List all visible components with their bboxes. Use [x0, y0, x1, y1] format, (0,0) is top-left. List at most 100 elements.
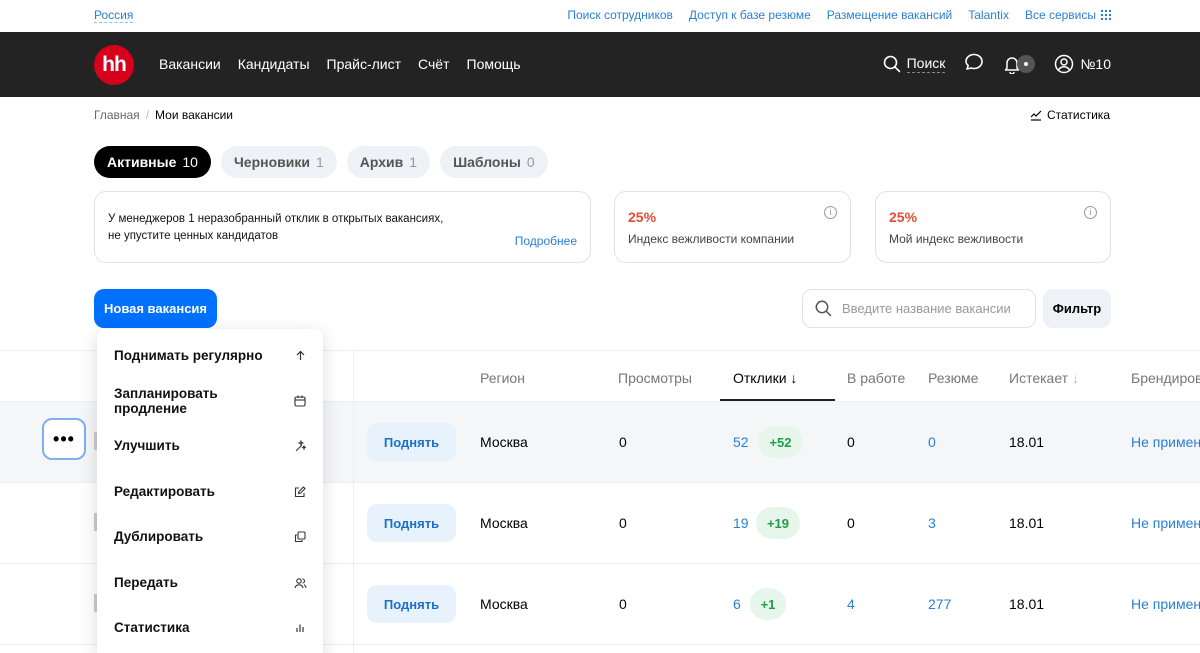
tab-label: Архив: [359, 154, 404, 170]
header-search-label: Поиск: [906, 54, 946, 73]
sort-arrow-down-icon: ↓: [790, 370, 798, 386]
my-politeness-value: 25%: [889, 209, 918, 225]
arrow-up-icon: [293, 349, 307, 363]
cell-responses[interactable]: 19: [733, 515, 749, 531]
menu-item-improve[interactable]: Улучшить: [97, 423, 323, 468]
users-icon: [293, 576, 307, 590]
sort-arrow-down-icon: ↓: [1071, 370, 1079, 386]
copy-icon: [293, 530, 307, 544]
tab-label: Шаблоны: [453, 154, 521, 170]
tab-active[interactable]: Активные 10: [94, 146, 211, 178]
top-link-post-vacancies[interactable]: Размещение вакансий: [827, 9, 952, 22]
tab-label: Активные: [107, 154, 177, 170]
cell-in-work[interactable]: 4: [847, 596, 855, 612]
cell-resume[interactable]: 3: [928, 515, 936, 531]
cell-resume[interactable]: 0: [928, 434, 936, 450]
region-selector[interactable]: Россия: [94, 9, 134, 23]
my-politeness-index-card: 25% Мой индекс вежливости i: [875, 191, 1111, 263]
column-header-responses[interactable]: Отклики ↓: [733, 370, 797, 386]
info-icon[interactable]: i: [1084, 206, 1097, 219]
column-header-expires[interactable]: Истекает ↓: [1009, 370, 1079, 386]
nav-item-candidates[interactable]: Кандидаты: [238, 56, 310, 72]
menu-item-label: Статистика: [114, 620, 190, 635]
cell-views: 0: [619, 515, 627, 531]
hh-logo[interactable]: hh: [94, 45, 134, 85]
menu-item-raise-regularly[interactable]: Поднимать регулярно: [97, 333, 323, 378]
header-actions: Поиск №10: [883, 52, 1111, 75]
notification-indicator: [1017, 54, 1036, 73]
column-header-region[interactable]: Регион: [480, 370, 525, 386]
header-search-button[interactable]: Поиск: [883, 55, 946, 73]
top-link-talantix[interactable]: Talantix: [968, 9, 1009, 22]
nav-item-price-list[interactable]: Прайс-лист: [327, 56, 402, 72]
edit-icon: [293, 485, 307, 499]
statistics-link[interactable]: Статистика: [1030, 108, 1110, 122]
tab-templates[interactable]: Шаблоны 0: [440, 146, 548, 178]
tab-label: Черновики: [233, 154, 310, 170]
cell-region: Москва: [480, 515, 528, 531]
chat-button[interactable]: [964, 52, 984, 75]
menu-item-duplicate[interactable]: Дублировать: [97, 514, 323, 559]
menu-item-label: Запланировать продление: [114, 385, 218, 416]
cell-expires: 18.01: [1009, 515, 1045, 531]
row-actions-menu-button[interactable]: •••: [42, 418, 86, 460]
nav-item-vacancies[interactable]: Вакансии: [159, 56, 221, 72]
tab-drafts[interactable]: Черновики 1: [220, 146, 337, 178]
nav-item-help[interactable]: Помощь: [467, 56, 521, 72]
info-icon[interactable]: i: [824, 206, 837, 219]
grid-icon: [1100, 9, 1111, 20]
cell-branding[interactable]: Не применено: [1131, 596, 1200, 612]
raise-button[interactable]: Поднять: [367, 585, 456, 623]
nav-item-invoice[interactable]: Счёт: [418, 56, 449, 72]
top-utility-bar: Россия Поиск сотрудников Доступ к базе р…: [0, 0, 1200, 32]
column-header-branding[interactable]: Брендирование: [1131, 370, 1200, 386]
breadcrumb-current: Мои вакансии: [155, 108, 234, 122]
responses-delta-badge: +52: [758, 426, 803, 458]
search-icon: [815, 300, 832, 317]
notifications-button[interactable]: [1003, 54, 1036, 74]
account-button[interactable]: №10: [1054, 54, 1111, 74]
search-icon: [883, 55, 900, 72]
vacancy-search: [802, 289, 1036, 328]
filter-button[interactable]: Фильтр: [1043, 289, 1111, 328]
main-header: hh Вакансии Кандидаты Прайс-лист Счёт По…: [0, 32, 1200, 97]
cell-resume[interactable]: 277: [928, 596, 951, 612]
new-vacancy-button[interactable]: Новая вакансия: [94, 289, 217, 328]
cell-responses[interactable]: 6: [733, 596, 741, 612]
cell-branding[interactable]: Не применено: [1131, 515, 1200, 531]
menu-item-label: Редактировать: [114, 484, 215, 499]
vacancy-tabs: Активные 10 Черновики 1 Архив 1 Шаблоны …: [94, 146, 548, 178]
raise-button[interactable]: Поднять: [367, 504, 456, 542]
top-link-resume-access[interactable]: Доступ к базе резюме: [689, 9, 811, 22]
menu-item-statistics[interactable]: Статистика: [97, 605, 323, 650]
vacancy-search-input[interactable]: [842, 301, 1022, 316]
chat-icon: [965, 53, 984, 70]
menu-item-schedule-renewal[interactable]: Запланировать продление: [97, 378, 323, 423]
menu-item-transfer[interactable]: Передать: [97, 560, 323, 605]
raise-button[interactable]: Поднять: [367, 423, 456, 461]
menu-item-edit[interactable]: Редактировать: [97, 469, 323, 514]
tab-count: 0: [526, 154, 535, 170]
notice-more-link[interactable]: Подробнее: [515, 234, 577, 248]
cell-responses[interactable]: 52: [733, 434, 749, 450]
column-header-views[interactable]: Просмотры: [618, 370, 692, 386]
column-header-in-work[interactable]: В работе: [847, 370, 905, 386]
breadcrumb-separator: /: [145, 108, 150, 122]
tab-count: 1: [315, 154, 324, 170]
tab-archive[interactable]: Архив 1: [346, 146, 431, 178]
cell-views: 0: [619, 596, 627, 612]
cell-branding[interactable]: Не применено: [1131, 434, 1200, 450]
trend-icon: [1030, 110, 1042, 121]
user-icon: [1055, 54, 1074, 73]
unread-responses-notice: У менеджеров 1 неразобранный отклик в от…: [94, 191, 591, 263]
breadcrumb-home[interactable]: Главная: [94, 108, 140, 122]
top-link-all-services[interactable]: Все сервисы: [1025, 9, 1111, 22]
column-header-resume[interactable]: Резюме: [928, 370, 978, 386]
top-link-find-employees[interactable]: Поиск сотрудников: [567, 9, 673, 22]
cell-in-work: 0: [847, 434, 855, 450]
menu-item-label: Дублировать: [114, 529, 204, 544]
notice-message: У менеджеров 1 неразобранный отклик в от…: [108, 213, 444, 242]
company-politeness-value: 25%: [628, 209, 657, 225]
breadcrumb: Главная / Мои вакансии: [94, 108, 233, 122]
sparkle-icon: [293, 439, 307, 453]
